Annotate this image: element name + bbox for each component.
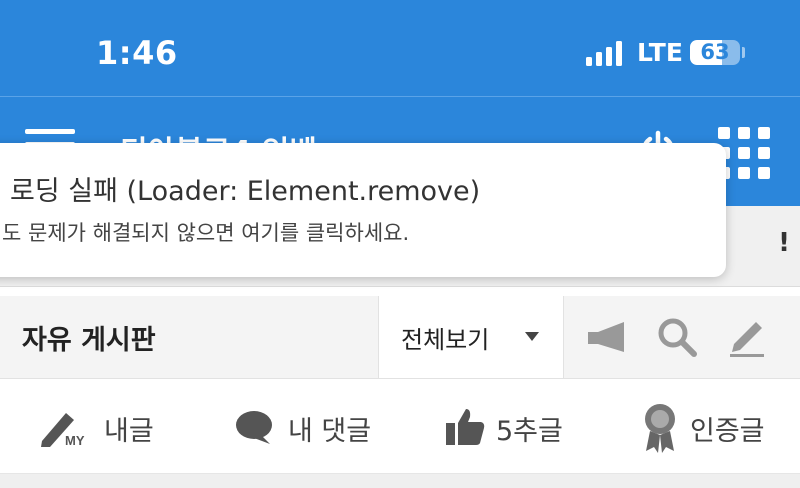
board-header: 자유 게시판 전체보기 <box>0 296 800 379</box>
write-icon[interactable] <box>726 316 768 358</box>
megaphone-icon[interactable] <box>586 316 628 358</box>
status-time: 1:46 <box>96 34 178 72</box>
quick-menu-verified[interactable]: 인증글 <box>642 379 782 473</box>
battery-icon: 63 <box>690 40 740 65</box>
chevron-down-icon <box>525 332 539 341</box>
board-title: 자유 게시판 <box>22 325 156 356</box>
quick-menu-label: 내 댓글 <box>288 416 372 447</box>
error-toast[interactable]: 로딩 실패 (Loader: Element.remove) 도 문제가 해결되… <box>0 143 726 277</box>
toast-message[interactable]: 도 문제가 해결되지 않으면 여기를 클릭하세요. <box>2 217 409 247</box>
network-type: LTE <box>637 38 683 67</box>
banner-text: ! <box>778 228 790 258</box>
toast-title: 로딩 실패 (Loader: Element.remove) <box>10 176 481 207</box>
search-icon[interactable] <box>656 316 698 358</box>
filter-selected: 전체보기 <box>401 326 490 354</box>
svg-text:MY: MY <box>65 433 85 447</box>
quick-menu-recommended[interactable]: 5추글 <box>444 379 574 473</box>
battery-cap <box>742 47 745 58</box>
quick-menu-my-posts[interactable]: MY 내글 <box>40 379 180 473</box>
content-divider <box>0 474 800 488</box>
status-bar: 1:46 LTE 63 <box>0 0 800 96</box>
battery-percent: 63 <box>700 40 730 64</box>
thumbs-up-icon <box>446 409 485 445</box>
pencil-my-icon: MY <box>41 413 85 447</box>
filter-dropdown[interactable]: 전체보기 <box>378 296 564 378</box>
cellular-signal-icon <box>586 40 626 66</box>
quick-menu: MY 내글 내 댓글 5추글 인증글 <box>0 379 800 474</box>
speech-bubble-icon <box>236 411 272 444</box>
quick-menu-label: 5추글 <box>496 416 563 447</box>
medal-icon <box>645 404 675 453</box>
quick-menu-my-comments[interactable]: 내 댓글 <box>234 379 384 473</box>
quick-menu-label: 인증글 <box>690 416 765 447</box>
quick-menu-label: 내글 <box>104 416 154 447</box>
